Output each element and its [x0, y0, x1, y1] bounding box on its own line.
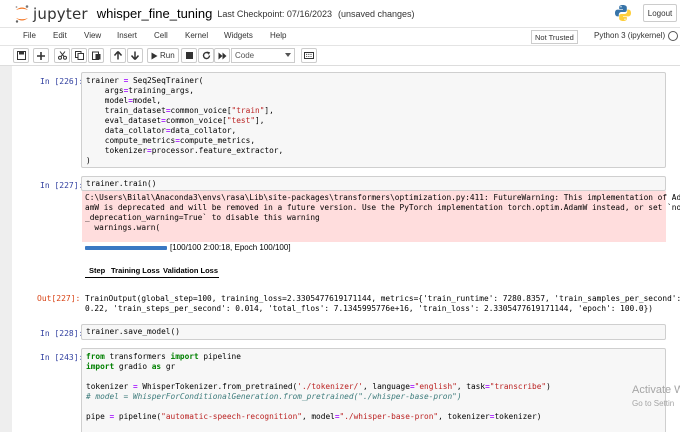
- checkpoint-status: Last Checkpoint: 07/16/2023: [217, 8, 332, 19]
- jupyter-notebook-window: jupyter whisper_fine_tuning Last Checkpo…: [0, 0, 680, 432]
- insert-cell-button[interactable]: [33, 48, 49, 63]
- run-button[interactable]: Run: [147, 48, 179, 63]
- notebook-container: In [226]: trainer = Seq2SeqTrainer( args…: [12, 66, 680, 432]
- code-line: eval_dataset=common_voice["test"],: [86, 116, 265, 125]
- cell-226-code: trainer = Seq2SeqTrainer( args=training_…: [82, 73, 665, 169]
- code-line: train_dataset=common_voice["train"],: [86, 106, 274, 115]
- cell-226-prompt: In [226]:: [40, 77, 84, 86]
- fast-forward-icon: [218, 52, 226, 59]
- paste-icon: [91, 51, 100, 60]
- cell-227-input[interactable]: trainer.train(): [81, 176, 666, 191]
- activation-watermark-subtitle: Go to Settin: [632, 399, 675, 408]
- keyboard-icon: [304, 52, 314, 59]
- move-down-button[interactable]: [127, 48, 143, 63]
- stderr-line: C:\Users\Bilal\Anaconda3\envs\rasa\Lib\s…: [85, 193, 680, 202]
- save-icon: [16, 51, 26, 60]
- header-bar: jupyter whisper_fine_tuning Last Checkpo…: [0, 0, 680, 27]
- code-line: model=model,: [86, 96, 162, 105]
- not-trusted-button[interactable]: Not Trusted: [531, 30, 578, 44]
- cell-227-code: trainer.train(): [86, 179, 157, 188]
- restart-run-all-button[interactable]: [214, 48, 230, 63]
- arrow-up-icon: [114, 51, 122, 60]
- restart-button[interactable]: [198, 48, 214, 63]
- menu-kernel[interactable]: Kernel: [185, 31, 208, 40]
- stderr-line: warnings.warn(: [85, 223, 161, 232]
- output-line: 0.22, 'train_steps_per_second': 0.014, '…: [85, 304, 653, 313]
- menu-widgets[interactable]: Widgets: [224, 31, 253, 40]
- cell-228-prompt: In [228]:: [40, 329, 84, 338]
- cell-226-input[interactable]: trainer = Seq2SeqTrainer( args=training_…: [81, 72, 666, 168]
- menu-edit[interactable]: Edit: [53, 31, 67, 40]
- run-icon: [151, 52, 158, 59]
- toolbar: Run Code: [0, 45, 680, 66]
- cell-227-out-prompt: Out[227]:: [37, 294, 81, 303]
- training-progress-text: [100/100 2:00:18, Epoch 100/100]: [170, 243, 291, 252]
- arrow-down-icon: [131, 51, 139, 60]
- cell-243-code: from transformers import pipeline import…: [82, 349, 665, 425]
- cell-type-select[interactable]: Code: [231, 48, 295, 63]
- move-up-button[interactable]: [110, 48, 126, 63]
- cut-button[interactable]: [54, 48, 70, 63]
- table-header-validation-loss: Validation Loss: [163, 266, 219, 275]
- stop-icon: [185, 52, 193, 59]
- code-line: trainer = Seq2SeqTrainer(: [86, 76, 204, 85]
- jupyter-logo-icon: [15, 4, 29, 23]
- train-output-text: TrainOutput(global_step=100, training_lo…: [85, 294, 680, 314]
- training-progress-fill: [85, 246, 167, 250]
- save-button[interactable]: [13, 48, 29, 63]
- code-line: # model = WhisperForConditionalGeneratio…: [86, 392, 462, 401]
- training-progress-bar: [85, 246, 167, 250]
- menu-cell[interactable]: Cell: [154, 31, 168, 40]
- output-line: TrainOutput(global_step=100, training_lo…: [85, 294, 680, 303]
- activation-watermark-title: Activate W: [632, 384, 680, 396]
- code-line: tokenizer=processor.feature_extractor,: [86, 146, 284, 155]
- command-palette-button[interactable]: [301, 48, 317, 63]
- interrupt-button[interactable]: [181, 48, 197, 63]
- kernel-name[interactable]: Python 3 (ipykernel): [594, 31, 665, 40]
- jupyter-logo-text: jupyter: [33, 4, 88, 23]
- logout-button[interactable]: Logout: [643, 4, 677, 22]
- cell-243-input[interactable]: from transformers import pipeline import…: [81, 348, 666, 432]
- chevron-down-icon: [285, 53, 291, 57]
- table-header-rule: [85, 277, 219, 278]
- run-label: Run: [160, 51, 175, 60]
- restart-icon: [202, 51, 210, 60]
- menu-file[interactable]: File: [23, 31, 36, 40]
- plus-icon: [37, 51, 45, 60]
- code-line: pipe = pipeline("automatic-speech-recogn…: [86, 412, 542, 421]
- python-logo-icon: [615, 5, 631, 21]
- cell-227-prompt: In [227]:: [40, 181, 84, 190]
- scissors-icon: [57, 51, 67, 60]
- copy-icon: [74, 51, 84, 60]
- cell-243-prompt: In [243]:: [40, 353, 84, 362]
- copy-button[interactable]: [71, 48, 87, 63]
- cell-228-input[interactable]: trainer.save_model(): [81, 324, 666, 340]
- menu-help[interactable]: Help: [270, 31, 286, 40]
- table-header-training-loss: Training Loss: [111, 266, 160, 275]
- menu-insert[interactable]: Insert: [117, 31, 137, 40]
- code-line: data_collator=data_collator,: [86, 126, 237, 135]
- code-line: args=training_args,: [86, 86, 194, 95]
- kernel-idle-icon: [668, 31, 678, 41]
- code-line: compute_metrics=compute_metrics,: [86, 136, 256, 145]
- code-line: from transformers import pipeline: [86, 352, 241, 361]
- paste-button[interactable]: [88, 48, 104, 63]
- cell-type-value: Code: [235, 51, 255, 60]
- code-line: import gradio as gr: [86, 362, 176, 371]
- code-line: ): [86, 156, 91, 165]
- stderr-line: amW is deprecated and will be removed in…: [85, 203, 680, 212]
- menu-view[interactable]: View: [84, 31, 101, 40]
- jupyter-logo[interactable]: jupyter: [13, 4, 88, 24]
- stderr-line: _deprecation_warning=True` to disable th…: [85, 213, 320, 222]
- code-line: tokenizer = WhisperTokenizer.from_pretra…: [86, 382, 551, 391]
- menu-bar: File Edit View Insert Cell Kernel Widget…: [0, 27, 680, 45]
- table-header-step: Step: [89, 266, 106, 275]
- notebook-name[interactable]: whisper_fine_tuning: [97, 6, 213, 21]
- stderr-output: C:\Users\Bilal\Anaconda3\envs\rasa\Lib\s…: [82, 191, 680, 242]
- cell-228-code: trainer.save_model(): [86, 327, 180, 336]
- autosave-status: (unsaved changes): [337, 8, 415, 19]
